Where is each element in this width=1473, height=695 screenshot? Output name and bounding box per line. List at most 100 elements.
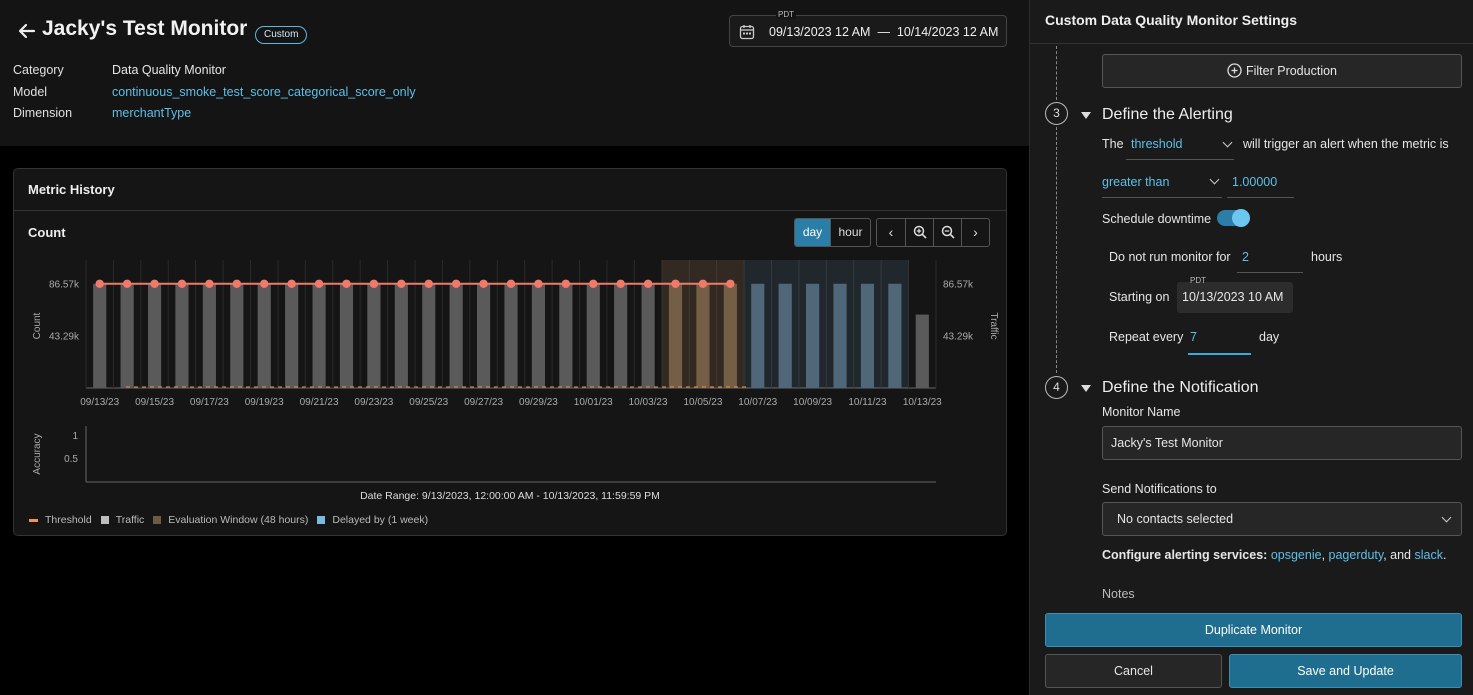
date-from: 09/13/2023 12 AM	[769, 25, 871, 39]
legend-item-threshold[interactable]: Threshold	[29, 514, 92, 526]
hours-input[interactable]: 2	[1242, 250, 1249, 264]
opsgenie-link[interactable]: opsgenie	[1271, 548, 1322, 562]
monitor-header: Jacky's Test Monitor Custom Category Dat…	[0, 0, 1029, 146]
button-label: Filter Production	[1245, 64, 1337, 78]
count-point	[534, 279, 543, 288]
legend-swatch	[29, 518, 38, 522]
configure-label: Configure alerting services:	[1102, 548, 1268, 562]
threshold-input[interactable]: 1.00000	[1232, 175, 1277, 189]
traffic-bar	[614, 283, 628, 388]
repeat-input[interactable]: 7	[1190, 330, 1197, 344]
step-number: 4	[1045, 376, 1068, 399]
x-tick-label: 09/23/23	[354, 397, 393, 408]
operator-select[interactable]: greater than	[1102, 175, 1169, 189]
pagerduty-link[interactable]: pagerduty	[1329, 548, 1384, 562]
metric-history-chart: 86.57k 43.29k 86.57k 43.29k Count Traffic 09/1…	[32, 260, 999, 483]
legend-label: Evaluation Window (48 hours)	[168, 514, 309, 526]
chevron-down-icon	[1222, 137, 1233, 148]
x-tick-label: 10/01/23	[574, 397, 613, 408]
schedule-downtime-toggle[interactable]	[1217, 209, 1250, 227]
separator: , and	[1383, 548, 1412, 562]
x-tick-label: 09/27/23	[464, 397, 503, 408]
repeat-every-label: Repeat every	[1109, 330, 1184, 344]
traffic-bar	[477, 283, 491, 388]
traffic-bar	[367, 283, 381, 388]
metric-history-card: Metric History Count day hour ‹ › 86.57k…	[13, 168, 1007, 536]
date-separator: —	[877, 25, 890, 39]
dimension-link[interactable]: merchantType	[112, 106, 191, 120]
x-tick-label: 10/09/23	[793, 397, 832, 408]
step-connector	[1056, 46, 1057, 100]
date-to: 10/14/2023 12 AM	[896, 25, 999, 39]
count-point	[451, 279, 461, 288]
x-tick-label: 10/07/23	[738, 397, 777, 408]
monitor-name-input[interactable]: Jacky's Test Monitor	[1102, 426, 1462, 460]
count-point	[287, 279, 296, 288]
slack-link[interactable]: slack	[1415, 548, 1443, 562]
count-point	[177, 279, 187, 288]
chevron-down-icon	[1209, 174, 1220, 185]
meta-value: Data Quality Monitor	[112, 63, 226, 77]
accuracy-tick-label: 0.5	[64, 454, 78, 465]
section-title-alerting: Define the Alerting	[1102, 106, 1233, 123]
traffic-bar	[339, 283, 354, 388]
panel-footer: Duplicate Monitor Cancel Save and Update	[1030, 600, 1473, 695]
traffic-bar	[312, 283, 326, 388]
trigger-text: will trigger an alert when the metric is	[1243, 137, 1449, 151]
legend-label: Traffic	[115, 514, 145, 526]
delayed-band	[744, 260, 909, 388]
chevron-down-icon	[1441, 512, 1452, 523]
start-datetime-value: 10/13/2023 10 AM	[1182, 290, 1284, 304]
duplicate-monitor-button[interactable]: Duplicate Monitor	[1045, 613, 1462, 647]
model-link[interactable]: continuous_smoke_test_score_categorical_…	[112, 85, 416, 99]
date-range-picker[interactable]: PDT 09/13/2023 12 AM — 10/14/2023 12 AM	[729, 10, 1007, 47]
panel-title: Custom Data Quality Monitor Settings	[1045, 12, 1298, 28]
save-and-update-button[interactable]: Save and Update	[1229, 654, 1462, 688]
caret-down-icon[interactable]	[1081, 385, 1091, 392]
cancel-button[interactable]: Cancel	[1045, 654, 1222, 688]
traffic-bar	[202, 283, 216, 388]
count-point	[424, 279, 433, 288]
step-number: 3	[1045, 102, 1068, 125]
traffic-bar	[504, 283, 518, 388]
meta-key: Model	[13, 85, 48, 99]
traffic-bar	[641, 283, 655, 388]
input-underline	[1237, 272, 1303, 273]
starting-on-label: Starting on	[1109, 290, 1170, 304]
legend-item-traffic[interactable]: Traffic	[100, 514, 145, 526]
custom-badge: Custom	[255, 26, 308, 44]
count-point	[698, 279, 708, 288]
meta-key: Dimension	[13, 106, 73, 120]
legend-item-evaluation-window[interactable]: Evaluation Window (48 hours)	[153, 514, 308, 526]
label-the: The	[1102, 137, 1124, 151]
traffic-bar	[285, 283, 299, 388]
schedule-downtime-label: Schedule downtime	[1102, 212, 1212, 226]
x-tick-label: 09/17/23	[190, 397, 229, 408]
y2-tick-label: 86.57k	[943, 279, 974, 290]
separator: .	[1442, 548, 1447, 562]
start-datetime-input[interactable]: PDT 10/13/2023 10 AM	[1177, 276, 1293, 313]
legend-swatch	[153, 516, 162, 524]
repeat-unit: day	[1259, 330, 1280, 344]
y-tick-label: 43.29k	[49, 331, 80, 342]
input-underline-active	[1188, 353, 1251, 355]
caret-down-icon[interactable]	[1081, 112, 1091, 119]
legend-item-delayed[interactable]: Delayed by (1 week)	[317, 514, 428, 526]
chart-legend: Threshold Traffic Evaluation Window (48 …	[29, 514, 437, 526]
count-point	[369, 279, 379, 288]
monitor-name-value: Jacky's Test Monitor	[1111, 436, 1223, 450]
y2-tick-label: 43.29k	[943, 331, 974, 342]
x-tick-label: 09/13/23	[80, 397, 119, 408]
main-area: Jacky's Test Monitor Custom Category Dat…	[0, 0, 1029, 695]
x-tick-label: 09/21/23	[300, 397, 339, 408]
count-point	[589, 279, 598, 288]
count-point	[205, 279, 214, 288]
filter-production-button[interactable]: Filter Production	[1102, 54, 1462, 88]
arrow-left-icon[interactable]	[16, 20, 38, 42]
contacts-select[interactable]: No contacts selected	[1102, 502, 1462, 536]
metric-select[interactable]: threshold	[1131, 137, 1182, 151]
evaluation-window-band	[661, 260, 745, 388]
x-tick-label: 10/11/23	[848, 397, 887, 408]
count-point	[232, 279, 242, 288]
count-point	[260, 279, 269, 288]
